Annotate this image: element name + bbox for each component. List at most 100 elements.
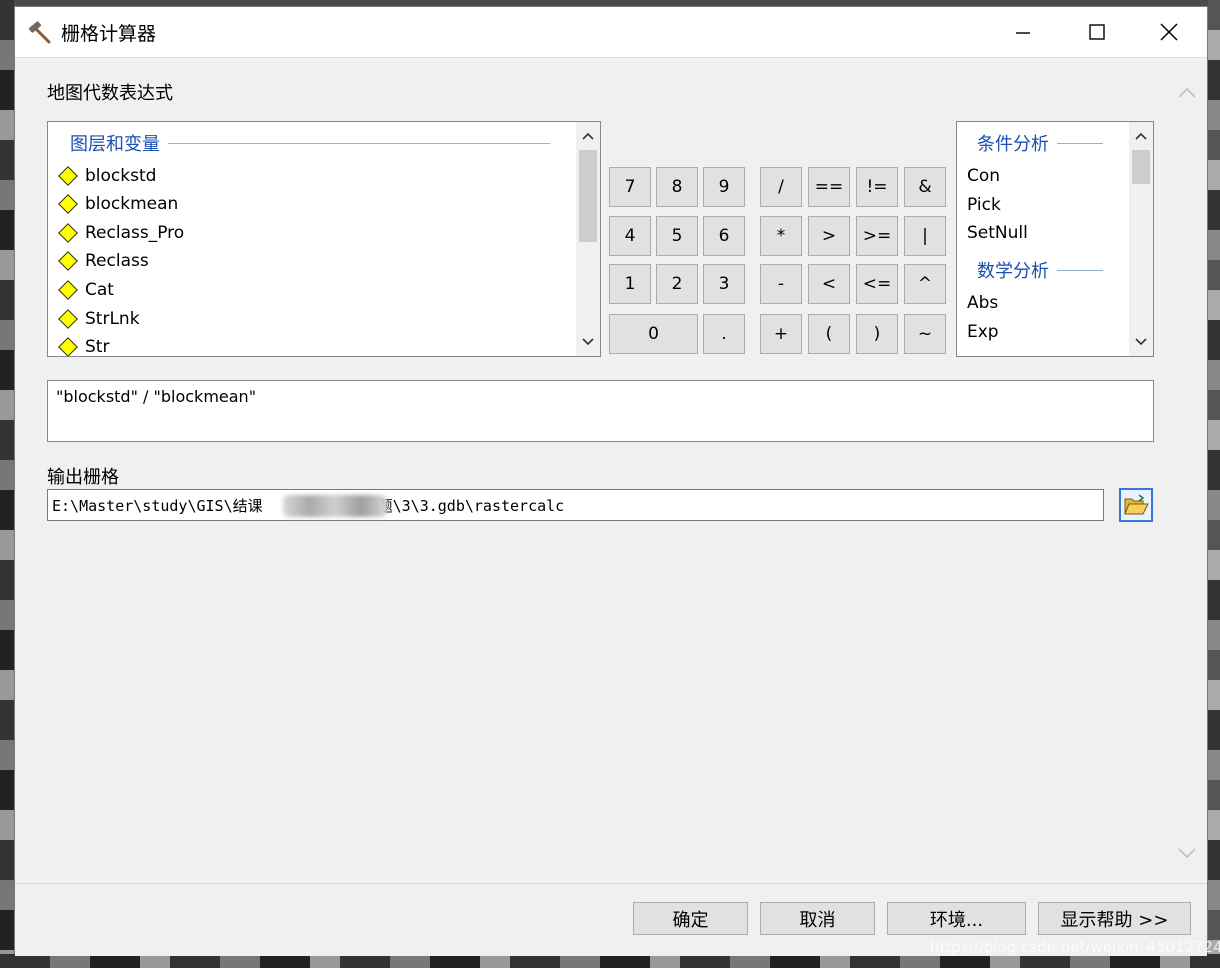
math-group-title: 数学分析 [977, 261, 1049, 282]
maximize-icon [1089, 24, 1105, 40]
key-and[interactable]: & [904, 167, 946, 207]
key-not-equal[interactable]: != [856, 167, 898, 207]
key-0[interactable]: 0 [609, 314, 698, 354]
key-right-paren[interactable]: ) [856, 314, 898, 354]
key-9[interactable]: 9 [703, 167, 745, 207]
header-divider [1057, 142, 1103, 144]
layer-item-label: Reclass_Pro [85, 223, 185, 243]
path-suffix: 课题\3\3.gdb\rastercalc [362, 497, 565, 515]
minimize-button[interactable] [997, 13, 1049, 51]
conditional-group-title: 条件分析 [977, 134, 1049, 155]
map-algebra-label: 地图代数表达式 [47, 83, 173, 104]
scrollbar-thumb[interactable] [579, 150, 597, 242]
cancel-button[interactable]: 取消 [760, 902, 875, 935]
key-2[interactable]: 2 [656, 264, 698, 304]
background-left-strip [0, 0, 14, 968]
scroll-down-icon[interactable] [1129, 330, 1153, 354]
layer-item-label: Str [85, 337, 110, 357]
scroll-down-icon[interactable] [576, 330, 600, 354]
key-or[interactable]: | [904, 216, 946, 256]
layer-item[interactable]: blockmean [56, 190, 178, 218]
title-bar: 栅格计算器 [15, 7, 1207, 58]
window-title: 栅格计算器 [61, 23, 157, 45]
layers-scrollbar[interactable] [576, 122, 600, 356]
close-icon [1160, 23, 1178, 41]
layer-item-label: Cat [85, 280, 114, 300]
close-button[interactable] [1143, 13, 1195, 51]
conditional-group-header: 条件分析 [977, 130, 1103, 156]
key-greater[interactable]: > [808, 216, 850, 256]
key-1[interactable]: 1 [609, 264, 651, 304]
path-prefix: E:\Master\study\GIS\结课 [52, 497, 263, 515]
key-4[interactable]: 4 [609, 216, 651, 256]
chevron-up-icon[interactable] [1173, 79, 1201, 107]
raster-layer-icon [58, 194, 78, 214]
function-item[interactable]: Abs [967, 293, 998, 313]
watermark-text: https://blog.csdn.net/weixin_43012724 [930, 938, 1220, 956]
layer-item[interactable]: Reclass [56, 247, 149, 275]
raster-layer-icon [58, 223, 78, 243]
key-xor[interactable]: ^ [904, 264, 946, 304]
open-folder-icon [1124, 494, 1149, 515]
layers-group-header: 图层和变量 [70, 130, 550, 156]
layer-item[interactable]: blockstd [56, 162, 156, 190]
background-bottom-strip [0, 954, 1220, 968]
key-equal[interactable]: == [808, 167, 850, 207]
environments-button[interactable]: 环境... [887, 902, 1026, 935]
layer-item[interactable]: Reclass_Pro [56, 219, 184, 247]
key-multiply[interactable]: * [760, 216, 802, 256]
functions-list[interactable]: 条件分析 Con Pick SetNull 数学分析 Abs Exp [956, 121, 1154, 357]
header-divider [168, 142, 550, 144]
hammer-icon [28, 21, 51, 44]
raster-calculator-dialog: 栅格计算器 地图代数表达式 图层和变量 blockstd blockmean R… [14, 6, 1208, 956]
layer-item[interactable]: StrLnk [56, 305, 140, 333]
math-group-header: 数学分析 [977, 257, 1103, 283]
function-item[interactable]: Exp [967, 322, 999, 342]
scrollbar-thumb[interactable] [1132, 150, 1150, 184]
key-5[interactable]: 5 [656, 216, 698, 256]
layers-group-title: 图层和变量 [70, 134, 160, 155]
raster-layer-icon [58, 280, 78, 300]
chevron-down-icon[interactable] [1173, 839, 1201, 867]
layer-item-label: blockmean [85, 194, 179, 214]
redaction-blur [283, 495, 387, 517]
output-raster-label: 输出栅格 [47, 467, 119, 488]
output-raster-input[interactable]: E:\Master\study\GIS\结课 课题\3\3.gdb\rasterc… [47, 489, 1104, 521]
key-8[interactable]: 8 [656, 167, 698, 207]
maximize-button[interactable] [1071, 13, 1123, 51]
key-greater-equal[interactable]: >= [856, 216, 898, 256]
layer-item[interactable]: Str [56, 333, 110, 357]
layers-variables-list[interactable]: 图层和变量 blockstd blockmean Reclass_Pro Rec… [47, 121, 601, 357]
function-item[interactable]: Con [967, 166, 1000, 186]
key-7[interactable]: 7 [609, 167, 651, 207]
header-divider [1057, 269, 1103, 271]
layer-item-label: StrLnk [85, 309, 140, 329]
functions-scrollbar[interactable] [1129, 122, 1153, 356]
key-3[interactable]: 3 [703, 264, 745, 304]
key-less-equal[interactable]: <= [856, 264, 898, 304]
browse-button[interactable] [1119, 488, 1153, 522]
expression-textarea[interactable]: "blockstd" / "blockmean" [47, 380, 1154, 442]
layer-item-label: Reclass [85, 251, 149, 271]
key-6[interactable]: 6 [703, 216, 745, 256]
raster-layer-icon [58, 337, 78, 356]
ok-button[interactable]: 确定 [633, 902, 748, 935]
key-decimal[interactable]: . [703, 314, 745, 354]
raster-layer-icon [58, 166, 78, 186]
function-item[interactable]: SetNull [967, 223, 1028, 243]
scroll-up-icon[interactable] [1129, 124, 1153, 148]
minimize-icon [1016, 32, 1030, 34]
dialog-scrollbar[interactable] [1173, 65, 1201, 885]
raster-layer-icon [58, 309, 78, 329]
key-minus[interactable]: - [760, 264, 802, 304]
show-help-button[interactable]: 显示帮助 >> [1038, 902, 1191, 935]
function-item[interactable]: Pick [967, 195, 1001, 215]
layer-item-label: blockstd [85, 166, 157, 186]
scroll-up-icon[interactable] [576, 124, 600, 148]
key-divide[interactable]: / [760, 167, 802, 207]
key-less[interactable]: < [808, 264, 850, 304]
key-not[interactable]: ~ [904, 314, 946, 354]
key-left-paren[interactable]: ( [808, 314, 850, 354]
layer-item[interactable]: Cat [56, 276, 114, 304]
key-plus[interactable]: + [760, 314, 802, 354]
